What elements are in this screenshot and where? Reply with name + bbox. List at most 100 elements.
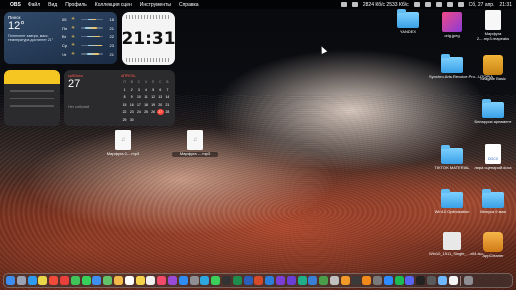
dock-finalcut-icon[interactable] [351, 276, 361, 285]
forecast-row: Вт ☀ 22 [62, 32, 114, 41]
calendar-day-cell: 2 [130, 87, 133, 92]
menu-tools[interactable]: Инструменты [140, 2, 171, 8]
desktop-file-lira-docx[interactable]: DOCX лира сценарий.docx [470, 144, 516, 171]
dock-safari-icon[interactable] [27, 276, 37, 285]
dock-spotify-icon[interactable] [394, 276, 404, 285]
calendar-day-cell: 26 [151, 110, 156, 114]
weather-widget[interactable]: Пинск 12° Потеплеет завтра, макс. темпер… [4, 12, 117, 64]
dock-word-icon[interactable] [243, 276, 253, 285]
dock-textedit-icon[interactable] [448, 276, 458, 285]
dock-music-icon[interactable] [157, 276, 167, 285]
desktop-file-marfuga-2-mp3[interactable]: ♫ Марфуга 2-...mp3 [100, 130, 146, 157]
menubar-time[interactable]: 21:31 [499, 2, 512, 8]
app-menu[interactable]: OBS [10, 2, 21, 8]
dock-yandex-icon[interactable] [49, 276, 59, 285]
dock-excel-icon[interactable] [232, 276, 242, 285]
desktop-folder-yandex[interactable]: YANDEX [385, 9, 431, 35]
dock-garageband-icon[interactable] [340, 276, 350, 285]
dock-terminal-icon[interactable] [416, 276, 426, 285]
desktop-drive-seagate[interactable]: Seagate Basic [470, 55, 516, 82]
desktop-file-marfuga-mp3[interactable]: ♫ Марфуга -...mp3 [172, 130, 218, 157]
dock-launchpad-icon[interactable] [16, 276, 26, 285]
dock-whatsapp-icon[interactable] [211, 276, 221, 285]
desktop-folder-synchro-arts[interactable]: Synchro.Arts.Revoice.Pro...UTOPIA [429, 54, 493, 80]
calendar-day-cell: 20 [158, 102, 163, 107]
notes-line [10, 105, 54, 107]
dock-maps-icon[interactable] [103, 276, 113, 285]
desktop-file-label: AppCleaner [482, 253, 504, 258]
menu-profile[interactable]: Профиль [65, 2, 87, 8]
desktop-file-label: лира сценарий.docx [474, 165, 512, 170]
dock-audition-icon[interactable] [297, 276, 307, 285]
dock-vlc-icon[interactable] [362, 276, 372, 285]
network-status[interactable]: 2824 Кб/с 2533 Кб/с [363, 2, 409, 8]
monitor-icon[interactable] [351, 2, 358, 7]
dock-preview-icon[interactable] [437, 276, 447, 285]
dock-podcasts-icon[interactable] [167, 276, 177, 285]
dock-calendar-icon[interactable] [124, 276, 134, 285]
calendar-day-cell: 30 [129, 117, 134, 122]
search-icon[interactable] [435, 2, 442, 7]
calendar-day-today: 27 [156, 109, 164, 115]
dock-notes-icon[interactable] [135, 276, 145, 285]
dock-opera-icon[interactable] [59, 276, 69, 285]
dock-telegram-icon[interactable] [200, 276, 210, 285]
weather-description: Потеплеет завтра, макс. температура дост… [8, 34, 54, 43]
menubar-date[interactable]: Сб, 27 апр. [469, 2, 495, 8]
desktop-folder-tiktok-material[interactable]: TIKTOK MATERIAL [429, 145, 475, 171]
dock-zoom-icon[interactable] [383, 276, 393, 285]
forecast-time: Вт [62, 34, 67, 40]
desktop-file-reapeaks[interactable]: Марфуга 2-...mp3.reapeaks [470, 10, 516, 42]
dock-finder-icon[interactable] [6, 276, 15, 285]
dock-activity-icon[interactable] [427, 276, 437, 285]
dock-lightroom-icon[interactable] [308, 276, 318, 285]
calendar-day-cell: 12 [151, 95, 156, 99]
dock-photos-icon[interactable] [113, 276, 123, 285]
dock-facetime-icon[interactable] [70, 276, 80, 285]
control-center-icon[interactable] [446, 2, 453, 7]
dock-chrome-icon[interactable] [38, 276, 48, 285]
dock-premiere-icon[interactable] [275, 276, 285, 285]
calendar-weekday-header: В [130, 80, 133, 84]
clock-widget[interactable]: 21:31 [121, 12, 176, 65]
dock-transmission-icon[interactable] [373, 276, 383, 285]
wifi-icon[interactable] [413, 2, 420, 7]
desktop-app-appcleaner[interactable]: AppCleaner [470, 232, 516, 259]
dock-mail-icon[interactable] [92, 276, 102, 285]
dock-aftereffects-icon[interactable] [286, 276, 296, 285]
forecast-time: Пн [62, 25, 68, 31]
dock-separator [460, 275, 462, 286]
dock-messages-icon[interactable] [81, 276, 91, 285]
calendar-day-cell: 9 [130, 95, 133, 99]
dock-reminders-icon[interactable] [146, 276, 156, 285]
menu-view[interactable]: Вид [48, 2, 57, 8]
dock-settings-icon[interactable] [189, 276, 199, 285]
desktop-file-label: Беларускі арнамент [474, 119, 512, 124]
desktop-file-win10-iso[interactable]: Win10_1511_Single_...x64.iso [429, 232, 483, 257]
dock-logic-icon[interactable] [329, 276, 339, 285]
siri-icon[interactable] [457, 2, 464, 7]
menu-file[interactable]: Файл [28, 2, 40, 8]
dock-discord-icon[interactable] [405, 276, 415, 285]
notes-widget[interactable] [4, 70, 60, 126]
calendar-day-cell: 14 [165, 95, 170, 99]
menu-help[interactable]: Справка [179, 2, 199, 8]
dock-obs-icon[interactable] [221, 276, 231, 285]
battery-icon[interactable] [424, 2, 431, 7]
desktop-folder-win10-optimization[interactable]: Win10 Optimization [429, 189, 475, 215]
calendar-widget[interactable]: суббота 27 Нет событий АПРЕЛЬ ПВСЧПСВ123… [64, 70, 175, 126]
forecast-time: 05 [62, 16, 67, 22]
forecast-time: Ср [62, 42, 68, 48]
desktop-folder-minusa-9-maya[interactable]: Минуса 9 мая [470, 189, 516, 215]
dock-photoshop-icon[interactable] [265, 276, 275, 285]
appcleaner-icon [483, 232, 503, 252]
dock-appstore-icon[interactable] [178, 276, 188, 285]
menu-scene-collection[interactable]: Коллекция сцен [95, 2, 132, 8]
dock-reaper-icon[interactable] [319, 276, 329, 285]
desktop-file-orig-jpeg[interactable]: orig.jpeg [429, 12, 475, 39]
clock-time: 21:31 [121, 28, 176, 49]
dock-powerpoint-icon[interactable] [254, 276, 264, 285]
obs-status-icon[interactable] [340, 2, 347, 7]
desktop-folder-belarusian-ornament[interactable]: Беларускі арнамент [470, 99, 516, 125]
dock-trash-icon[interactable] [463, 276, 473, 285]
